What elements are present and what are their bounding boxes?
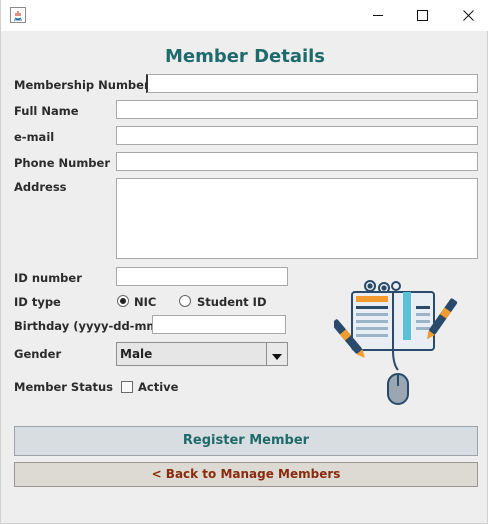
nic-radio[interactable] bbox=[117, 295, 129, 307]
title-bar bbox=[1, 0, 488, 31]
java-app-icon bbox=[10, 7, 26, 23]
gender-label: Gender bbox=[14, 347, 62, 361]
chevron-down-icon bbox=[272, 345, 282, 364]
minimize-icon bbox=[372, 6, 384, 25]
phone-number-label: Phone Number bbox=[14, 156, 111, 170]
birthday-label: Birthday (yyyy-dd-mm) bbox=[14, 319, 164, 333]
register-member-button[interactable]: Register Member bbox=[14, 426, 478, 456]
member-status-label: Member Status bbox=[14, 380, 114, 394]
active-checkbox-label: Active bbox=[138, 380, 179, 394]
phone-number-input[interactable] bbox=[116, 152, 478, 171]
address-label: Address bbox=[14, 180, 67, 194]
gender-dropdown-button[interactable] bbox=[266, 343, 287, 365]
student-id-radio-label: Student ID bbox=[197, 295, 267, 309]
id-number-input[interactable] bbox=[116, 267, 288, 286]
back-to-manage-members-button[interactable]: < Back to Manage Members bbox=[14, 462, 478, 487]
nic-radio-label: NIC bbox=[134, 295, 157, 309]
membership-number-input[interactable] bbox=[146, 74, 478, 93]
maximize-icon bbox=[416, 6, 428, 25]
minimize-button[interactable] bbox=[355, 0, 401, 31]
membership-number-label: Membership Number bbox=[14, 78, 150, 92]
id-number-label: ID number bbox=[14, 271, 82, 285]
maximize-button[interactable] bbox=[399, 0, 445, 31]
close-icon bbox=[462, 6, 474, 25]
book-illustration bbox=[331, 278, 458, 408]
full-name-label: Full Name bbox=[14, 104, 79, 118]
active-checkbox[interactable] bbox=[121, 381, 133, 393]
email-label: e-mail bbox=[14, 130, 55, 144]
form-title: Member Details bbox=[164, 46, 326, 67]
full-name-input[interactable] bbox=[116, 100, 478, 119]
student-id-radio[interactable] bbox=[179, 295, 191, 307]
mouse-icon bbox=[387, 373, 409, 405]
member-details-window: Member Details Membership Number Full Na… bbox=[0, 0, 488, 524]
gender-selected-value: Male bbox=[120, 347, 153, 361]
close-button[interactable] bbox=[445, 0, 488, 31]
email-input[interactable] bbox=[116, 126, 478, 145]
gender-select[interactable]: Male bbox=[116, 342, 288, 366]
address-textarea[interactable] bbox=[116, 178, 478, 259]
birthday-input[interactable] bbox=[152, 315, 286, 334]
id-type-label: ID type bbox=[14, 295, 61, 309]
